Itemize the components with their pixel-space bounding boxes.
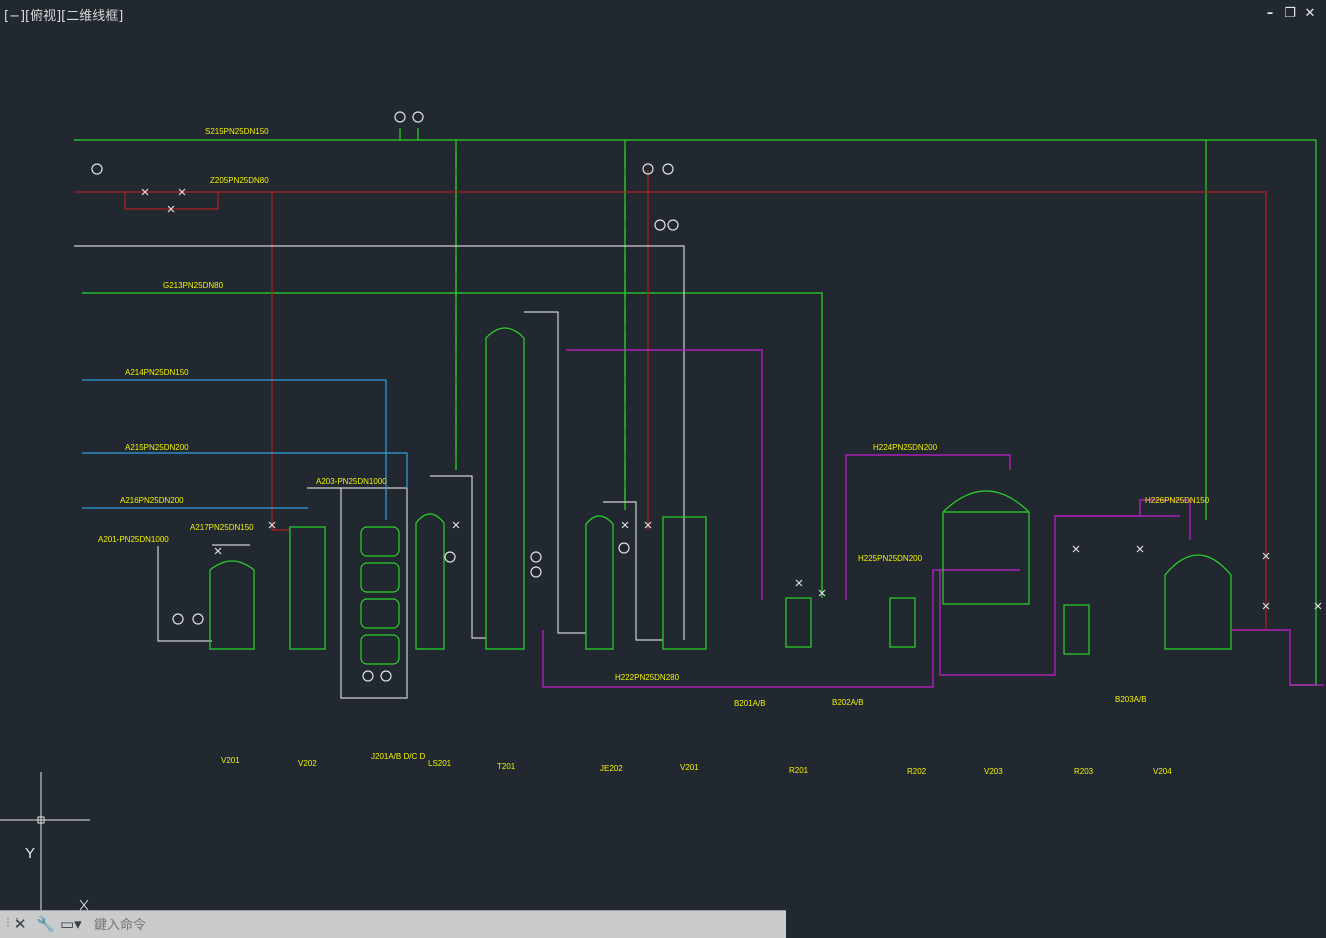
pipe-label: A215PN25DN200 [125,443,189,452]
wrench-icon[interactable]: 🔧 [36,915,55,933]
equipment-tag: V204 [1153,767,1172,776]
steam-lines [74,128,1317,686]
pipe-label: A214PN25DN150 [125,368,189,377]
equipment-tag: R202 [907,767,927,776]
ucs-icon [0,772,90,911]
pipe-label: A217PN25DN150 [190,523,254,532]
console-icon[interactable]: ▭▾ [60,915,82,933]
pump-tag: B202A/B [832,698,864,707]
equipment-tag: T201 [497,762,516,771]
dashed-steam-lines [455,150,626,500]
pipe-label: S215PN25DN150 [205,127,269,136]
pipe-label: H226PN25DN150 [1145,496,1210,505]
equipment-tag: V201 [680,763,699,772]
instrument-bubbles [91,111,679,682]
pipe-label: A201-PN25DN1000 [98,535,169,544]
close-icon[interactable]: ✕ [14,915,27,933]
drawing-canvas[interactable]: S215PN25DN150 Z205PN25DN80 G213PN25DN80 … [0,0,1326,937]
red-lines [74,170,1267,631]
magenta-lines [542,349,1324,688]
pipe-label: G213PN25DN80 [163,281,224,290]
equipment-tag: V203 [984,767,1003,776]
command-input[interactable] [92,914,786,936]
pump-tag: B203A/B [1115,695,1147,704]
command-bar: ⋮⋮ ✕ 🔧 ▭▾ [0,910,786,938]
equipment-tag: J201A/B D/C D [371,752,425,761]
valves [141,188,1322,610]
equipment-tag: R201 [789,766,809,775]
white-lines [74,245,685,699]
equipment-tag: R203 [1074,767,1094,776]
equipment [209,327,1232,665]
pipe-label: H225PN25DN200 [858,554,923,563]
equipment-tag: JE202 [600,764,623,773]
pipe-label: H222PN25DN280 [615,673,680,682]
equipment-tag: V202 [298,759,317,768]
pipe-label: Z205PN25DN80 [210,176,269,185]
ucs-y-label: Y [25,845,35,862]
pipe-label: A203-PN25DN1000 [316,477,387,486]
pump-tag: B201A/B [734,699,766,708]
pipe-label: A216PN25DN200 [120,496,184,505]
equipment-tag: LS201 [428,759,452,768]
pipe-label: H224PN25DN200 [873,443,938,452]
equipment-tag: V201 [221,756,240,765]
